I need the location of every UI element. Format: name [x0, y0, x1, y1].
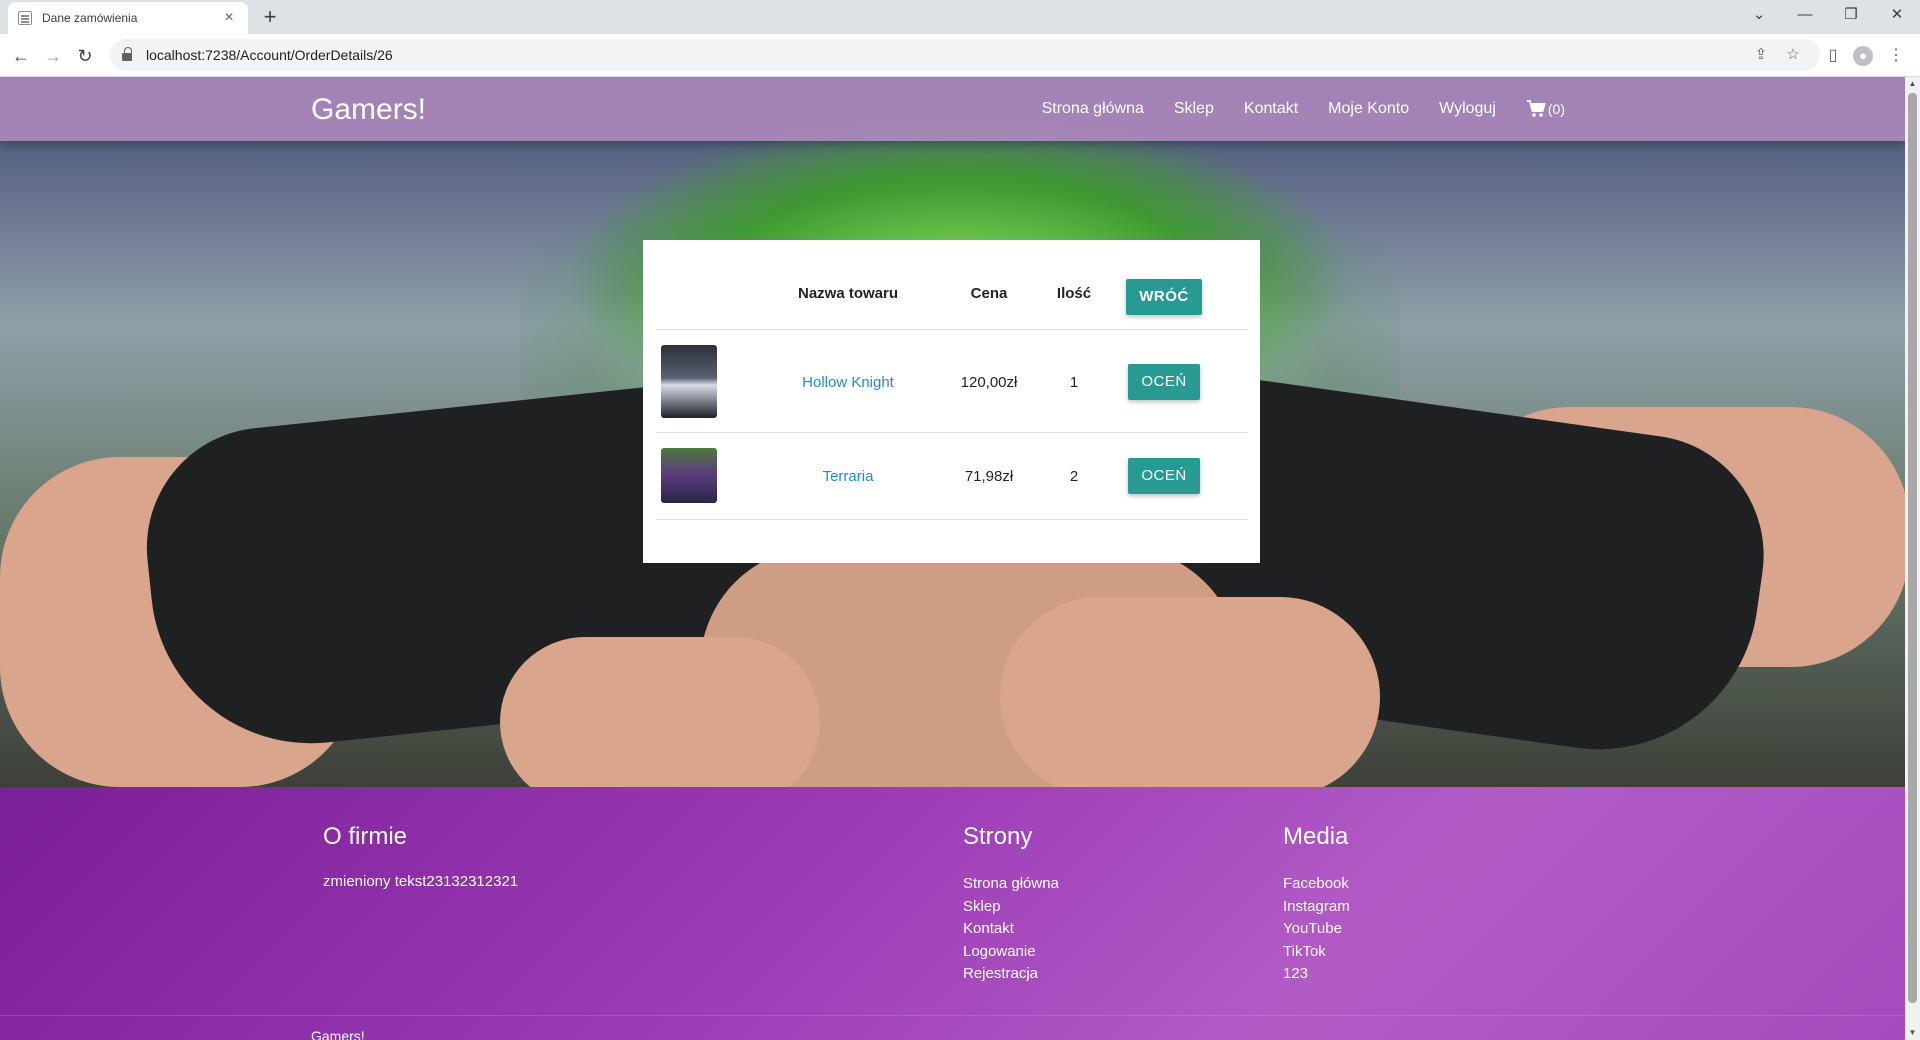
browser-tab-bar: Dane zamówienia × + ⌄ — ❐ ✕	[0, 0, 1920, 34]
product-quantity: 1	[1069, 374, 1079, 391]
order-details-card: Nazwa towaru Cena Ilość WRÓĆ Hollow Knig…	[643, 240, 1260, 563]
url-text: localhost:7238/Account/OrderDetails/26	[146, 47, 393, 63]
cart-link[interactable]: (0)	[1526, 100, 1565, 118]
footer-link-home[interactable]: Strona główna	[963, 873, 1059, 896]
nav-link-contact[interactable]: Kontakt	[1244, 100, 1298, 118]
restore-window-button[interactable]: ❐	[1828, 0, 1874, 30]
tab-search-chevron-icon[interactable]: ⌄	[1736, 0, 1782, 30]
footer-link-contact[interactable]: Kontakt	[963, 918, 1059, 941]
footer-about-title: O firmie	[323, 823, 407, 850]
address-bar[interactable]: localhost:7238/Account/OrderDetails/26 ⇪…	[110, 39, 1820, 71]
scroll-up-arrow-icon[interactable]: ▲	[1905, 77, 1920, 91]
thumb-image-right	[1000, 597, 1380, 797]
footer-about-text: zmieniony tekst23132312321	[323, 873, 519, 890]
nav-link-logout[interactable]: Wyloguj	[1439, 100, 1496, 118]
header-product-name: Nazwa towaru	[797, 285, 899, 302]
browser-tab[interactable]: Dane zamówienia ×	[8, 2, 248, 34]
footer-link-register[interactable]: Rejestracja	[963, 963, 1059, 986]
header-price: Cena	[970, 285, 1008, 302]
product-cover-terraria	[661, 448, 717, 503]
footer-link-instagram[interactable]: Instagram	[1283, 896, 1350, 919]
product-cover-hollow-knight	[661, 345, 717, 418]
share-icon[interactable]: ⇪	[1750, 39, 1772, 71]
footer-link-youtube[interactable]: YouTube	[1283, 918, 1350, 941]
back-button[interactable]: WRÓĆ	[1126, 279, 1202, 315]
footer-media-title: Media	[1283, 823, 1349, 850]
header-quantity: Ilość	[1056, 285, 1092, 302]
footer-link-shop[interactable]: Sklep	[963, 896, 1059, 919]
lock-icon	[122, 47, 132, 61]
shopping-cart-icon	[1526, 100, 1546, 118]
footer-bottom-bar: Gamers!	[0, 1015, 1905, 1040]
side-panel-icon[interactable]: ▯	[1821, 44, 1845, 68]
browser-toolbar: ← → ↻ localhost:7238/Account/OrderDetail…	[0, 34, 1920, 77]
minimize-window-button[interactable]: —	[1782, 0, 1828, 30]
table-header-row: Nazwa towaru Cena Ilość WRÓĆ	[656, 240, 1248, 330]
reload-icon[interactable]: ↻	[72, 43, 98, 69]
site-brand-logo[interactable]: Gamers!	[311, 93, 426, 127]
footer-link-login[interactable]: Logowanie	[963, 941, 1059, 964]
product-price: 120,00zł	[960, 374, 1018, 391]
rate-button[interactable]: OCEŃ	[1128, 364, 1200, 400]
profile-avatar-icon[interactable]: ●	[1853, 46, 1873, 66]
product-quantity: 2	[1069, 468, 1079, 485]
product-name-link[interactable]: Hollow Knight	[802, 374, 894, 391]
nav-links: Strona główna Sklep Kontakt Moje Konto W…	[1042, 100, 1565, 118]
footer-link-facebook[interactable]: Facebook	[1283, 873, 1350, 896]
nav-link-my-account[interactable]: Moje Konto	[1328, 100, 1409, 118]
forward-arrow-icon[interactable]: →	[40, 43, 66, 69]
scrollbar-thumb[interactable]	[1908, 93, 1917, 1003]
close-window-button[interactable]: ✕	[1874, 0, 1920, 30]
bookmark-star-icon[interactable]: ☆	[1782, 39, 1804, 71]
footer-link-123[interactable]: 123	[1283, 963, 1350, 986]
product-name-link[interactable]: Terraria	[823, 468, 874, 485]
footer-pages: Strony Strona główna Sklep Kontakt Logow…	[963, 823, 1059, 986]
product-price: 71,98zł	[964, 468, 1014, 485]
cart-count: (0)	[1547, 101, 1565, 117]
footer-link-tiktok[interactable]: TikTok	[1283, 941, 1350, 964]
page-favicon-icon	[18, 11, 32, 25]
thumb-image-left	[500, 637, 820, 807]
site-footer: O firmie zmieniony tekst23132312321 Stro…	[0, 787, 1905, 1040]
page-scrollbar[interactable]: ▲ ▼	[1905, 77, 1920, 1040]
footer-media: Media Facebook Instagram YouTube TikTok …	[1283, 823, 1350, 986]
scroll-down-arrow-icon[interactable]: ▼	[1905, 1026, 1920, 1040]
footer-pages-title: Strony	[963, 823, 1033, 850]
tab-title: Dane zamówienia	[42, 11, 138, 25]
browser-menu-icon[interactable]: ⋮	[1884, 44, 1908, 68]
rate-button[interactable]: OCEŃ	[1128, 458, 1200, 494]
site-navbar: Gamers! Strona główna Sklep Kontakt Moje…	[0, 77, 1905, 141]
footer-about: O firmie zmieniony tekst23132312321	[323, 823, 518, 890]
table-row: Terraria 71,98zł 2 OCEŃ	[656, 433, 1248, 520]
nav-link-shop[interactable]: Sklep	[1174, 100, 1214, 118]
table-row: Hollow Knight 120,00zł 1 OCEŃ	[656, 330, 1248, 433]
new-tab-button[interactable]: +	[258, 4, 282, 30]
nav-link-home[interactable]: Strona główna	[1042, 100, 1144, 118]
footer-brand: Gamers!	[311, 1028, 365, 1040]
back-arrow-icon[interactable]: ←	[8, 43, 34, 69]
page-viewport: Gamers! Strona główna Sklep Kontakt Moje…	[0, 77, 1905, 1040]
tab-close-icon[interactable]: ×	[220, 9, 238, 27]
